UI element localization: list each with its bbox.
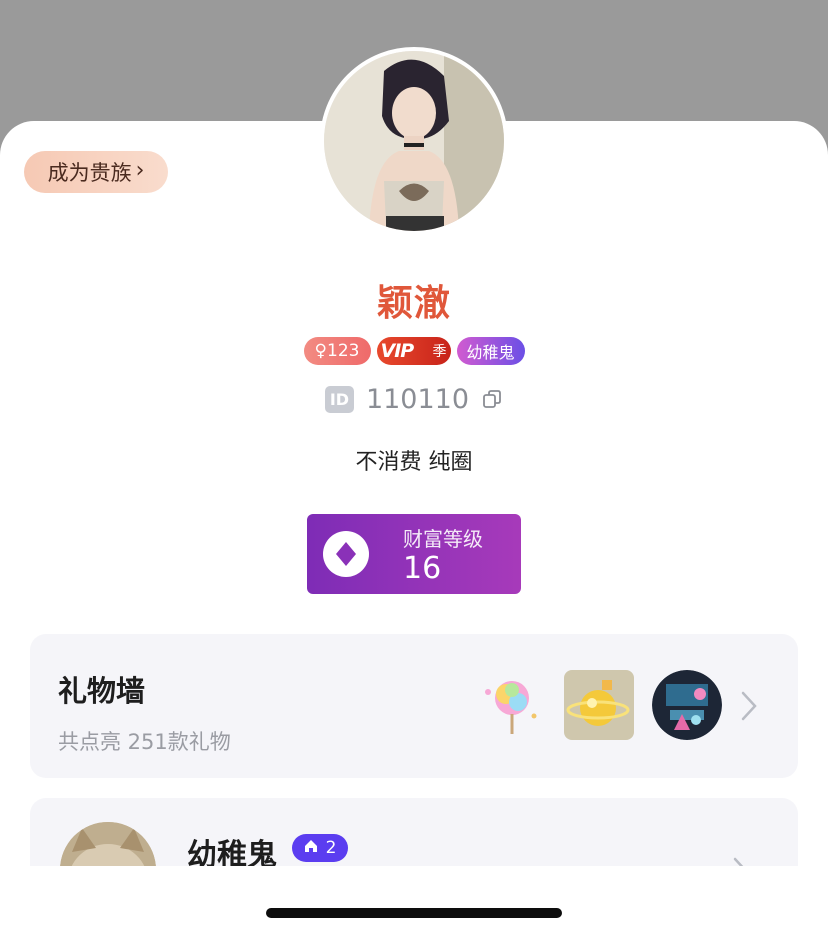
copy-icon[interactable] <box>481 388 503 410</box>
gift-icon-list <box>476 670 722 740</box>
family-level-badge: 2 <box>292 834 348 862</box>
vip-season-label: 季 <box>432 344 447 360</box>
avatar-photo <box>324 51 504 231</box>
user-signature: 不消费 纯圈 <box>355 450 473 475</box>
wealth-label: 财富等级 <box>403 526 483 551</box>
chevron-right-icon: › <box>135 158 145 183</box>
vip-label: VIP <box>380 340 415 362</box>
badge-row: ♀123 VIP 季 幼稚鬼 <box>0 337 828 365</box>
chevron-right-icon <box>741 691 757 721</box>
gift-wall-title: 礼物墙 <box>58 674 146 708</box>
gender-age-badge: ♀123 <box>303 337 371 365</box>
user-id-number: 110110 <box>365 383 470 415</box>
user-id-row: ID 110110 <box>0 382 828 416</box>
dj-scene-icon <box>652 670 722 740</box>
wealth-level-value: 16 <box>403 550 442 586</box>
cotton-candy-icon <box>476 670 546 740</box>
wealth-level-card[interactable]: 财富等级 16 <box>307 514 521 594</box>
home-indicator[interactable] <box>266 908 562 918</box>
gift-wall-subtitle: 共点亮 251款礼物 <box>58 730 231 754</box>
become-noble-label: 成为贵族 <box>47 161 132 185</box>
user-avatar[interactable] <box>320 47 508 235</box>
vip-badge[interactable]: VIP 季 <box>376 337 451 365</box>
id-tag: ID <box>324 385 354 413</box>
wealth-diamond-icon <box>323 531 369 577</box>
title-badge: 幼稚鬼 <box>456 337 525 365</box>
become-noble-button[interactable]: 成为贵族 › <box>24 151 168 193</box>
nickname: 颖澈 <box>376 283 451 324</box>
home-icon <box>304 838 318 858</box>
golden-planet-icon <box>564 670 634 740</box>
family-level-count: 2 <box>325 838 337 858</box>
bottom-safe-area <box>0 866 828 934</box>
gift-wall-card[interactable]: 礼物墙 共点亮 251款礼物 <box>30 634 798 778</box>
